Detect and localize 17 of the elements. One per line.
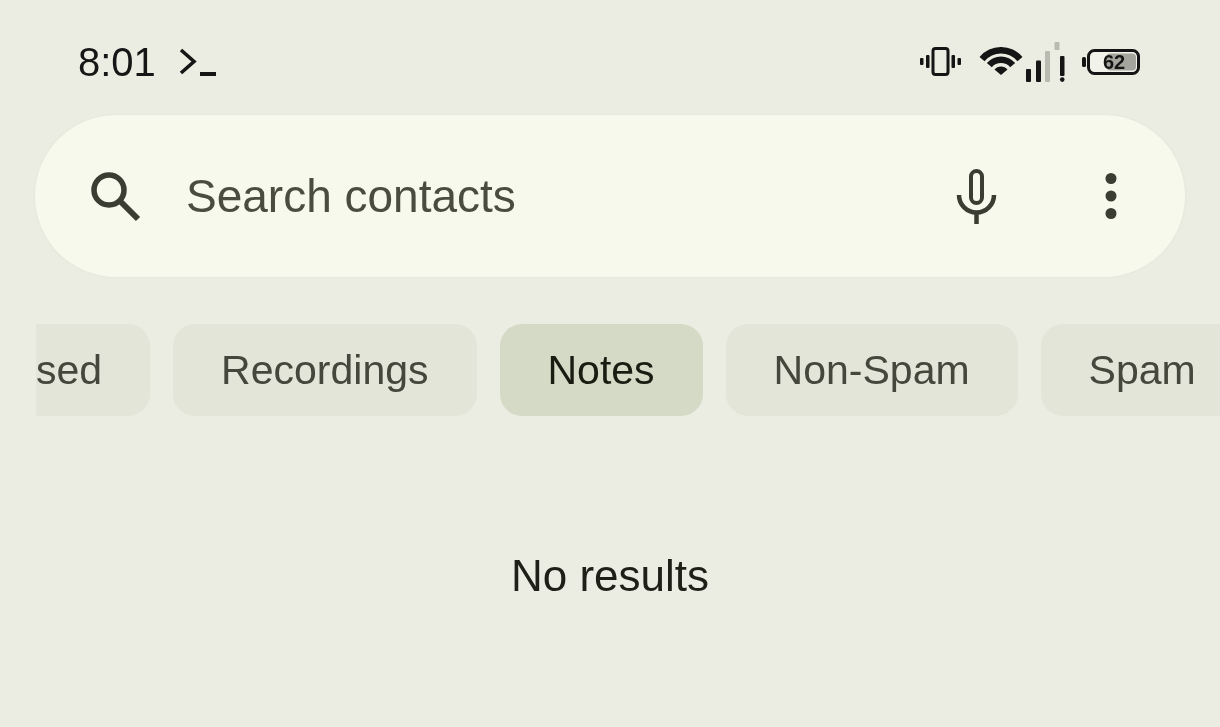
filter-chip[interactable]: Recordings: [173, 324, 477, 416]
terminal-icon: [178, 47, 216, 76]
microphone-icon: [956, 168, 997, 224]
battery-percentage: 62: [1102, 51, 1126, 72]
signal-icon: [1026, 41, 1065, 82]
vibrate-icon: [920, 47, 961, 76]
filter-chip[interactable]: Notes: [499, 324, 703, 416]
wifi-icon: [978, 47, 1024, 76]
empty-message: No results: [510, 550, 710, 602]
filter-chip[interactable]: Spam: [1040, 324, 1220, 416]
search-field[interactable]: Search contacts: [186, 166, 950, 226]
filter-chip[interactable]: Non-Spam: [725, 324, 1018, 416]
search-icon: [90, 170, 141, 222]
filter-chip[interactable]: sed: [36, 324, 151, 416]
more-icon: [1105, 173, 1117, 219]
battery-icon: [1082, 48, 1140, 75]
clock-time: 8:01: [78, 41, 156, 82]
